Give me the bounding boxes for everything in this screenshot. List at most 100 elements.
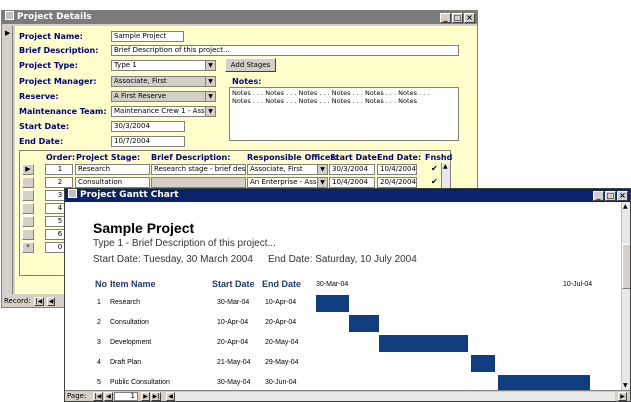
scroll-thumb[interactable]: [622, 244, 630, 289]
project-manager-label: Project Manager:: [19, 77, 97, 86]
page-number-input[interactable]: 1: [114, 392, 138, 401]
current-record-icon: ▶: [5, 29, 11, 37]
notes-textarea[interactable]: Notes . . . Notes . . . Notes . . . Note…: [229, 87, 459, 141]
row-selector[interactable]: [22, 216, 34, 227]
row-item-name: Research: [110, 299, 140, 306]
officer-cell[interactable]: An Enterprise - Associ ▼: [247, 177, 328, 188]
officer-value: Associate, First: [250, 165, 303, 173]
stage-cell[interactable]: Consultation: [75, 177, 150, 188]
officer-cell[interactable]: Associate, First ▼: [247, 164, 328, 175]
vertical-scrollbar[interactable]: ▲ ▼: [621, 202, 630, 390]
chevron-down-icon[interactable]: ▼: [205, 61, 215, 70]
scroll-up-icon[interactable]: ▲: [623, 203, 628, 210]
project-type-select[interactable]: Type 1 ▼: [111, 60, 216, 71]
gantt-chart-window: Project Gantt Chart _ □ × Sample Project T…: [64, 188, 631, 402]
chevron-down-icon[interactable]: ▼: [205, 77, 215, 86]
close-button[interactable]: ×: [464, 13, 475, 23]
scroll-down-icon[interactable]: ▼: [623, 382, 628, 389]
report-end-date: End Date: Saturday, 10 July 2004: [268, 254, 417, 265]
minimize-button[interactable]: _: [593, 191, 604, 201]
start-date-label: Start Date:: [19, 122, 70, 131]
axis-start-label: 30-Mar-04: [316, 281, 349, 288]
start-date-cell[interactable]: 30/3/2004: [329, 164, 375, 175]
previous-page-button[interactable]: ◀: [104, 392, 113, 401]
chevron-down-icon[interactable]: ▼: [317, 165, 327, 174]
end-date-cell[interactable]: 10/4/2004: [377, 164, 417, 175]
end-date-column-header: End Date: [262, 279, 302, 289]
project-details-titlebar[interactable]: Project Details _ □ ×: [2, 11, 477, 24]
order-cell[interactable]: 2: [45, 177, 73, 188]
row-item-name: Development: [110, 339, 152, 346]
no-column-header: No: [95, 279, 107, 289]
end-date-header: End Date:: [377, 153, 422, 162]
axis-end-label: 10-Jul-04: [563, 281, 593, 288]
minimize-button[interactable]: _: [440, 13, 451, 23]
add-stages-button[interactable]: Add Stages: [225, 58, 276, 72]
chevron-down-icon[interactable]: ▼: [317, 178, 327, 187]
last-page-button[interactable]: ▶|: [151, 392, 161, 401]
stage-cell[interactable]: Research: [75, 164, 150, 175]
end-date-input[interactable]: 10/7/2004: [111, 136, 185, 147]
reserve-value: A First Reserve: [114, 92, 167, 100]
row-selector[interactable]: [22, 190, 34, 201]
form-icon: [5, 11, 14, 20]
next-page-button[interactable]: ▶: [141, 392, 150, 401]
row-number: 2: [97, 319, 101, 326]
project-details-title: Project Details: [17, 12, 92, 22]
record-selector-strip[interactable]: ▶: [4, 26, 13, 294]
chevron-down-icon[interactable]: ▼: [205, 92, 215, 101]
maximize-button[interactable]: □: [605, 191, 616, 201]
row-selector[interactable]: [22, 177, 34, 188]
description-cell[interactable]: [151, 177, 246, 188]
project-name-input[interactable]: Sample Project: [111, 31, 184, 42]
row-selector[interactable]: ▶: [22, 164, 34, 175]
finished-checkbox[interactable]: ✔: [431, 177, 438, 186]
brief-description-header: Brief Description:: [151, 153, 231, 162]
record-label: Record:: [4, 297, 31, 305]
item-name-column-header: Item Name: [110, 279, 156, 289]
first-page-button[interactable]: |◀: [93, 392, 103, 401]
scroll-right-button[interactable]: ▶: [618, 392, 627, 401]
gantt-bar: [316, 295, 349, 312]
gantt-bar: [470, 355, 495, 372]
new-row-selector[interactable]: *: [22, 242, 34, 253]
officer-value: An Enterprise - Associ: [250, 178, 327, 186]
row-start-date: 30-Mar-04: [217, 299, 250, 306]
description-cell[interactable]: Research stage - brief descrip: [151, 164, 246, 175]
gantt-title: Project Gantt Chart: [80, 190, 179, 200]
finished-checkbox[interactable]: ✔: [431, 164, 438, 173]
reserve-select[interactable]: A First Reserve ▼: [111, 91, 216, 102]
gantt-bar: [348, 315, 379, 332]
notes-line-1: Notes . . . Notes . . . Notes . . . Note…: [232, 89, 430, 97]
order-cell[interactable]: 1: [45, 164, 73, 175]
row-end-date: 20-May-04: [265, 339, 299, 346]
first-record-button[interactable]: |◀: [33, 297, 44, 306]
row-start-date: 20-Apr-04: [217, 339, 249, 346]
row-item-name: Consultation: [110, 319, 149, 326]
end-date-cell[interactable]: 20/4/2004: [377, 177, 417, 188]
row-end-date: 10-Apr-04: [265, 299, 297, 306]
row-selector[interactable]: [22, 229, 34, 240]
close-button[interactable]: ×: [617, 191, 628, 201]
responsible-officer-header: Responsible Officer:: [247, 153, 338, 162]
horizontal-scrollbar[interactable]: [175, 392, 615, 401]
row-selector[interactable]: [22, 203, 34, 214]
maintenance-team-select[interactable]: Maintenance Crew 1 - Associ ▼: [111, 106, 216, 117]
scroll-left-button[interactable]: ◀: [166, 392, 175, 401]
start-date-input[interactable]: 30/3/2004: [111, 121, 185, 132]
row-end-date: 30-Jun-04: [265, 379, 297, 386]
scroll-up-icon[interactable]: ▲: [443, 163, 448, 170]
project-type-value: Type 1: [114, 61, 137, 69]
row-start-date: 30-May-04: [217, 379, 251, 386]
project-manager-select[interactable]: Associate, First ▼: [111, 76, 216, 87]
gantt-titlebar[interactable]: Project Gantt Chart _ □ ×: [65, 189, 630, 202]
brief-description-input[interactable]: Brief Description of this project...: [111, 45, 459, 56]
chevron-down-icon[interactable]: ▼: [205, 107, 215, 116]
report-page: Sample Project Type 1 - Brief Descriptio…: [65, 202, 621, 392]
maximize-button[interactable]: □: [452, 13, 463, 23]
row-number: 1: [97, 299, 101, 306]
notes-label: Notes:: [232, 77, 262, 86]
project-manager-value: Associate, First: [114, 77, 167, 85]
start-date-cell[interactable]: 10/4/2004: [329, 177, 375, 188]
previous-record-button[interactable]: ◀: [47, 297, 56, 306]
